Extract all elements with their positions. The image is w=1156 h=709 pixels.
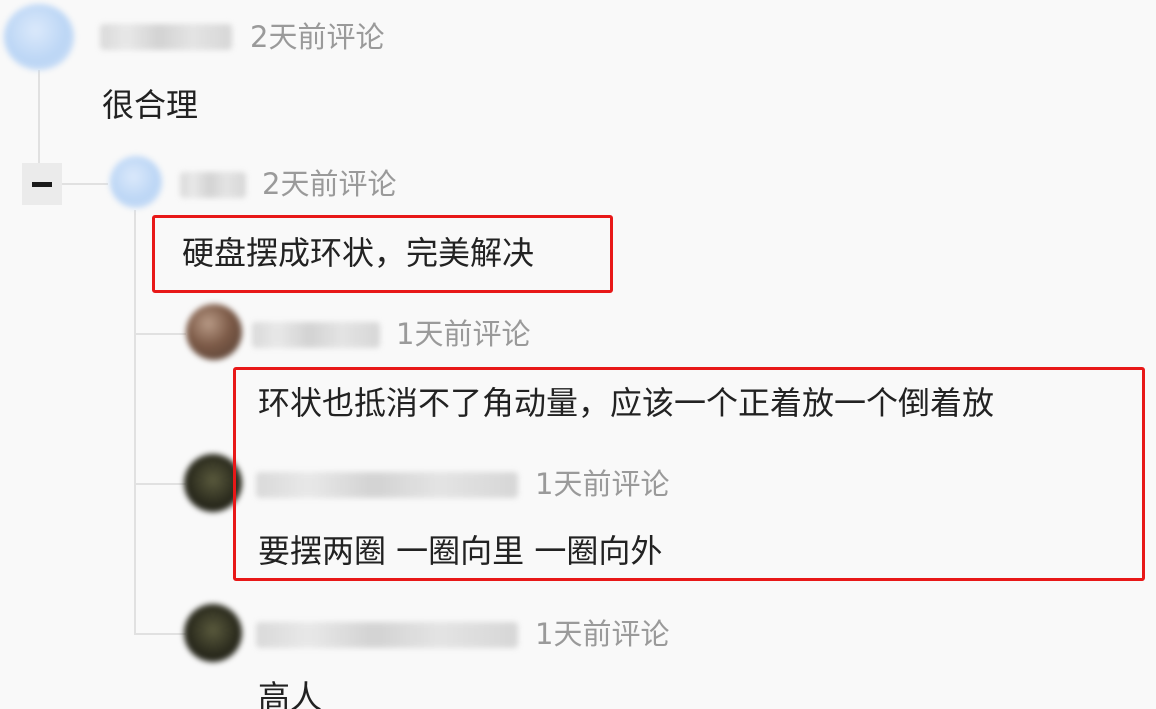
username-blurred[interactable] bbox=[256, 622, 518, 648]
avatar[interactable] bbox=[184, 604, 242, 662]
thread-line bbox=[134, 333, 186, 335]
comment-text: 硬盘摆成环状，完美解决 bbox=[182, 234, 535, 272]
username-blurred[interactable] bbox=[100, 24, 232, 50]
comment-text: 高人 bbox=[258, 678, 323, 709]
minus-icon bbox=[32, 182, 52, 187]
comment-text: 环状也抵消不了角动量，应该一个正着放一个倒着放 bbox=[258, 384, 995, 422]
username-blurred[interactable] bbox=[180, 172, 246, 198]
thread-line bbox=[38, 70, 40, 165]
thread-line bbox=[134, 633, 186, 635]
username-blurred[interactable] bbox=[256, 472, 518, 498]
avatar[interactable] bbox=[186, 304, 242, 360]
comment-text: 很合理 bbox=[102, 86, 199, 124]
comment-time: 1天前评论 bbox=[535, 617, 670, 651]
comment-time: 1天前评论 bbox=[396, 317, 531, 351]
comment-time: 2天前评论 bbox=[250, 20, 385, 54]
comment-thread: 2天前评论 很合理 2天前评论 硬盘摆成环状，完美解决 1天前评论 环状也抵消不… bbox=[0, 0, 1156, 709]
avatar[interactable] bbox=[184, 454, 242, 512]
comment-time: 1天前评论 bbox=[535, 467, 670, 501]
avatar[interactable] bbox=[4, 4, 74, 70]
avatar[interactable] bbox=[110, 156, 162, 208]
thread-line bbox=[134, 483, 186, 485]
thread-line bbox=[62, 183, 108, 185]
username-blurred[interactable] bbox=[252, 322, 380, 348]
thread-line bbox=[134, 210, 136, 635]
collapse-button[interactable] bbox=[22, 163, 62, 205]
comment-text: 要摆两圈 一圈向里 一圈向外 bbox=[258, 532, 663, 570]
comment-time: 2天前评论 bbox=[262, 167, 397, 201]
